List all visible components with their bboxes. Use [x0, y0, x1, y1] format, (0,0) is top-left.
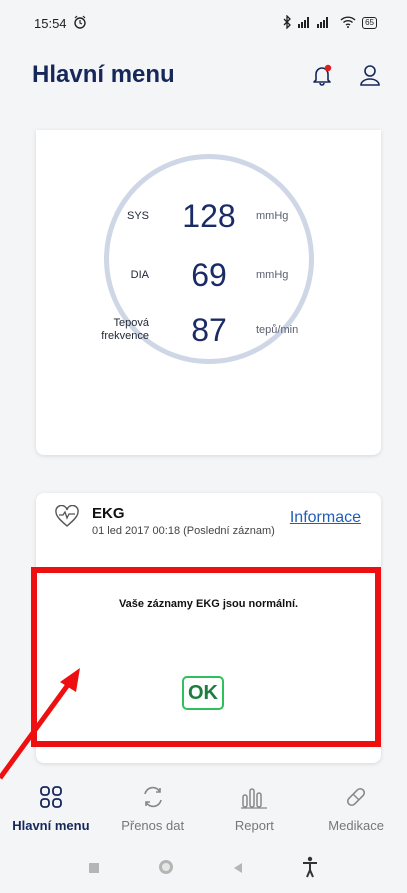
sys-unit: mmHg: [256, 210, 289, 222]
status-time: 15:54: [34, 15, 67, 31]
sys-value: 128: [182, 197, 236, 234]
wifi-icon: [340, 15, 356, 31]
alarm-icon: [73, 15, 87, 32]
heart-ekg-icon: [54, 504, 80, 534]
nav-item-report[interactable]: Report: [206, 778, 302, 833]
nav-label-data-transfer: Přenos dat: [121, 818, 185, 833]
battery-indicator: 65: [362, 17, 377, 29]
annotation-arrow-icon: [0, 668, 80, 780]
bottom-navigation: Hlavní menu Přenos dat Report Medikace: [0, 778, 407, 846]
profile-icon[interactable]: [357, 62, 383, 88]
bars-icon: [241, 782, 268, 812]
status-bar: 15:54 65: [0, 0, 407, 46]
pulse-unit: tepů/min: [256, 324, 299, 336]
grid-icon: [39, 782, 63, 812]
page-title: Hlavní menu: [32, 61, 175, 88]
dia-label: DIA: [130, 268, 149, 281]
home-icon[interactable]: [157, 858, 175, 881]
ekg-info-link[interactable]: Informace: [290, 509, 361, 527]
ekg-last-record: 01 led 2017 00:18 (Poslední záznam): [92, 525, 275, 537]
pill-icon: [344, 782, 368, 812]
nav-item-home[interactable]: Hlavní menu: [3, 778, 99, 833]
system-navigation-bar: [0, 846, 407, 893]
recent-apps-icon[interactable]: [88, 861, 100, 879]
pulse-label-line1: Tepová: [113, 317, 149, 329]
sys-label: SYS: [126, 209, 149, 222]
nav-label-home: Hlavní menu: [12, 818, 90, 833]
nav-label-report: Report: [234, 818, 274, 833]
pulse-label-line2: frekvence: [101, 330, 149, 342]
nav-item-data-transfer[interactable]: Přenos dat: [105, 778, 201, 833]
signal-icon: [298, 16, 334, 31]
bluetooth-icon: [282, 13, 292, 32]
sync-icon: [141, 782, 165, 812]
nav-label-medication: Medikace: [328, 818, 384, 833]
back-icon[interactable]: [232, 861, 244, 879]
dia-unit: mmHg: [256, 269, 289, 281]
nav-item-medication[interactable]: Medikace: [308, 778, 404, 833]
pulse-value: 87: [191, 311, 227, 348]
app-header: Hlavní menu: [0, 55, 407, 95]
blood-pressure-card[interactable]: SYS 128 mmHg DIA 69 mmHg Tepová frekvenc…: [36, 130, 381, 455]
pulse-label: Tepová frekvence: [101, 317, 149, 343]
dia-value: 69: [191, 256, 227, 293]
accessibility-icon[interactable]: [301, 856, 319, 883]
notification-bell-icon[interactable]: [309, 62, 335, 88]
ekg-title: EKG: [92, 505, 125, 522]
